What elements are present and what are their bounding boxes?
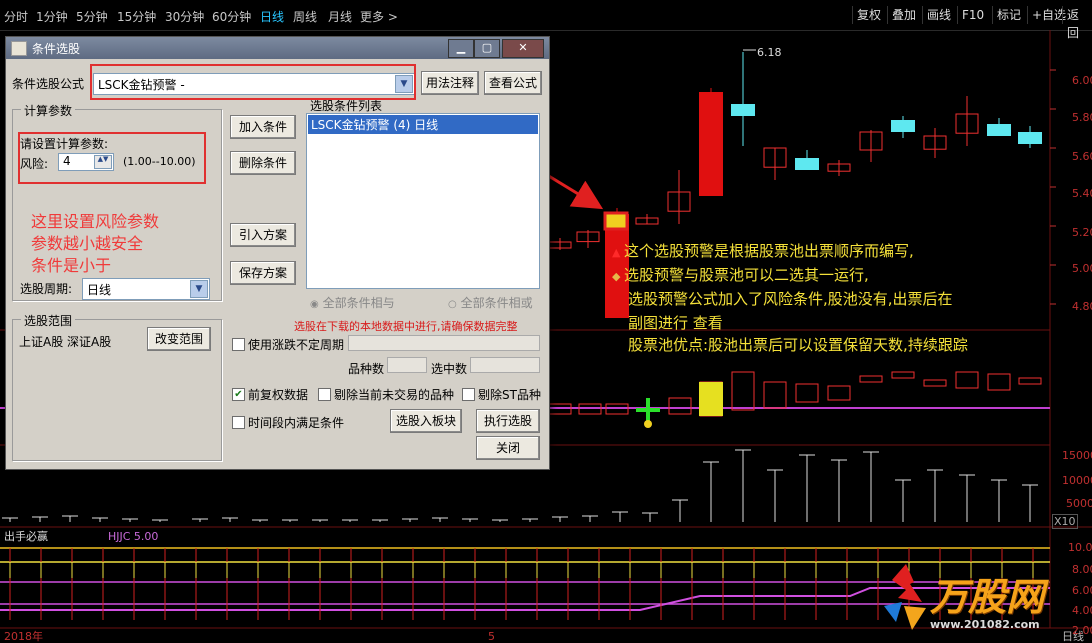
range-group-title: 选股范围 bbox=[21, 312, 76, 329]
sub-candle bbox=[891, 371, 915, 379]
change-range-button[interactable]: 改变范围 bbox=[147, 327, 211, 351]
dot-marker bbox=[644, 420, 652, 428]
price-tick: 5.60 bbox=[1072, 150, 1092, 163]
risk-note-line: 参数越小越安全 bbox=[31, 234, 144, 253]
delete-condition-button[interactable]: 删除条件 bbox=[230, 151, 296, 175]
price-tick: 5.80 bbox=[1072, 111, 1092, 124]
sub-candle bbox=[668, 397, 692, 415]
price-tick: 5.20 bbox=[1072, 226, 1092, 239]
formula-label: 条件选股公式 bbox=[12, 77, 85, 91]
data-warning: 选股在下载的本地数据中进行,请确保数据完整 bbox=[294, 320, 518, 333]
condition-list[interactable]: LSCK金钻预警 (4) 日线 bbox=[306, 113, 540, 289]
date-label-mid: 5 bbox=[488, 630, 495, 643]
close-button[interactable]: 关闭 bbox=[476, 436, 540, 460]
sub-candle bbox=[1018, 377, 1042, 385]
risk-note-line: 这里设置风险参数 bbox=[31, 212, 160, 231]
sub-candle bbox=[859, 375, 883, 383]
dialog-title: 条件选股 bbox=[32, 42, 81, 56]
execute-button[interactable]: 执行选股 bbox=[476, 409, 540, 433]
count-label: 品种数 bbox=[348, 362, 385, 376]
period-label: 选股周期: bbox=[20, 282, 73, 296]
period-field[interactable] bbox=[348, 335, 540, 351]
price-tick: 6.00 bbox=[1072, 74, 1092, 87]
candle-body bbox=[891, 120, 915, 132]
minimize-button[interactable]: ▁ bbox=[448, 39, 474, 58]
exclude-untraded-label: 剔除当前未交易的品种 bbox=[334, 388, 455, 402]
volume-tick: 10000 bbox=[1062, 474, 1092, 487]
view-formula-button[interactable]: 查看公式 bbox=[484, 71, 542, 95]
indicator-value: HJJC 5.00 bbox=[108, 530, 158, 543]
selected-field bbox=[470, 357, 540, 373]
volume-tick: 5000 bbox=[1066, 497, 1092, 510]
add-condition-button[interactable]: 加入条件 bbox=[230, 115, 296, 139]
volume-scale: X10 bbox=[1052, 514, 1078, 529]
note-line: 股票池优点:股池出票后可以设置保留天数,持续跟踪 bbox=[628, 336, 968, 354]
note-line: ◆ 选股预警与股票池可以二选其一运行, bbox=[612, 266, 869, 284]
sub-bar bbox=[699, 382, 723, 416]
volume-tick: 15000 bbox=[1062, 449, 1092, 462]
to-block-button[interactable]: 选股入板块 bbox=[390, 409, 462, 433]
sub-candle bbox=[731, 371, 755, 411]
sub-candle bbox=[827, 385, 851, 401]
max-price-label: 6.18 bbox=[757, 46, 782, 59]
candle-body bbox=[987, 124, 1011, 136]
params-group-title: 计算参数 bbox=[21, 102, 76, 119]
params-highlight bbox=[18, 132, 206, 184]
sub-candle bbox=[763, 381, 787, 409]
period-select[interactable]: 日线 ▼ bbox=[82, 278, 210, 300]
price-tick: 5.40 bbox=[1072, 187, 1092, 200]
usage-notes-button[interactable]: 用法注释 bbox=[421, 71, 479, 95]
formula-highlight bbox=[90, 64, 416, 100]
risk-note-line: 条件是小于 bbox=[31, 256, 112, 275]
fq-label: 前复权数据 bbox=[248, 388, 309, 402]
note-line: ▲ 这个选股预警是根据股票池出票顺序而编写, bbox=[612, 242, 914, 260]
radio-and[interactable]: ◉ 全部条件相与 bbox=[310, 294, 395, 311]
price-tick: 4.80 bbox=[1072, 300, 1092, 313]
exclude-untraded-checkbox[interactable] bbox=[318, 388, 331, 401]
logo-url: www.201082.com bbox=[930, 618, 1040, 631]
save-plan-button[interactable]: 保存方案 bbox=[230, 261, 296, 285]
logo-brand: 万股网 bbox=[930, 575, 1045, 619]
maximize-button[interactable]: ▢ bbox=[474, 39, 500, 58]
variable-period-label: 使用涨跌不定周期 bbox=[248, 338, 345, 352]
range-value: 上证A股 深证A股 bbox=[19, 335, 112, 349]
risk-note: 这里设置风险参数 参数越小越安全 条件是小于 bbox=[31, 211, 159, 277]
exclude-st-checkbox[interactable] bbox=[462, 388, 475, 401]
sub-candle bbox=[923, 379, 947, 387]
import-plan-button[interactable]: 引入方案 bbox=[230, 223, 296, 247]
note-line: 副图进行 查看 bbox=[628, 314, 723, 332]
exclude-st-label: 剔除ST品种 bbox=[478, 388, 541, 402]
app-icon bbox=[11, 41, 27, 56]
signal-marker bbox=[603, 211, 629, 231]
close-icon[interactable]: ✕ bbox=[502, 39, 544, 58]
price-tick: 5.00 bbox=[1072, 262, 1092, 275]
period-value: 日线 bbox=[87, 283, 112, 297]
indicator-tick: 10.00 bbox=[1068, 541, 1092, 554]
sub-candle bbox=[795, 383, 819, 403]
radio-or[interactable]: ○ 全部条件相或 bbox=[448, 294, 533, 311]
dialog-titlebar[interactable]: 条件选股 ▁ ▢ ✕ bbox=[6, 37, 549, 59]
time-range-label: 时间段内满足条件 bbox=[248, 416, 345, 430]
sub-candle bbox=[987, 373, 1011, 391]
candle-body bbox=[699, 92, 723, 196]
selected-label: 选中数 bbox=[431, 362, 468, 376]
sub-candle bbox=[955, 371, 979, 389]
watermark-logo: 万股网 www.201082.com bbox=[876, 562, 1076, 642]
count-field bbox=[387, 357, 427, 373]
candle-body bbox=[795, 158, 819, 170]
logo-mark bbox=[884, 564, 926, 630]
indicator-name: 出手必赢 bbox=[4, 529, 48, 543]
note-line: 选股预警公式加入了风险条件,股池没有,出票后在 bbox=[628, 290, 953, 308]
candle-body bbox=[731, 104, 755, 116]
time-range-checkbox[interactable] bbox=[232, 416, 245, 429]
fq-checkbox[interactable]: ✔ bbox=[232, 388, 245, 401]
condition-list-item[interactable]: LSCK金钻预警 (4) 日线 bbox=[308, 115, 538, 134]
chevron-down-icon[interactable]: ▼ bbox=[190, 280, 208, 298]
candle-body bbox=[1018, 132, 1042, 144]
variable-period-checkbox[interactable] bbox=[232, 338, 245, 351]
date-label-left: 2018年 bbox=[4, 629, 43, 643]
